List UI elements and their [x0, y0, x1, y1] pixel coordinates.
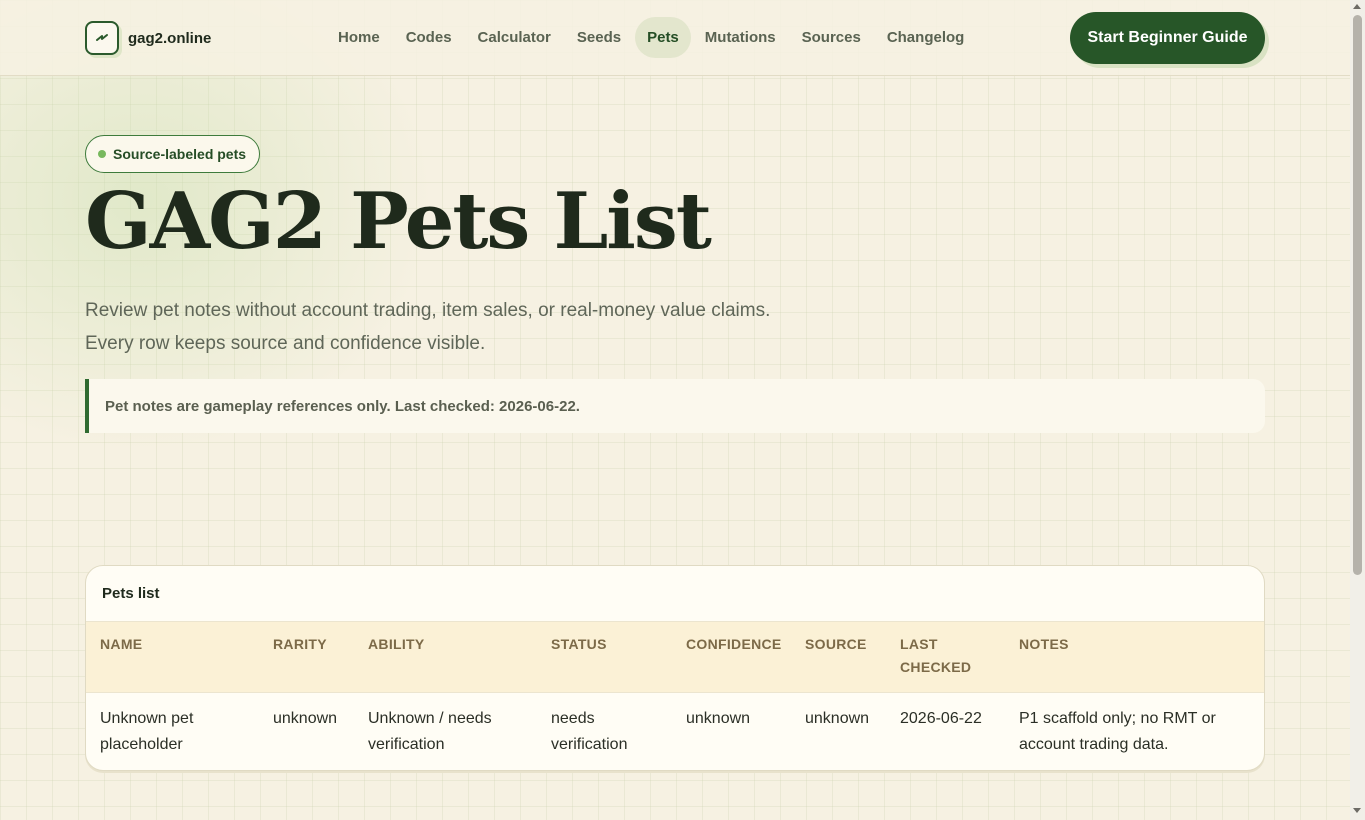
lightning-icon	[85, 21, 119, 55]
table-title: Pets list	[86, 566, 1264, 622]
table-row: Unknown pet placeholder unknown Unknown …	[86, 692, 1264, 770]
subtitle-line-1: Review pet notes without account trading…	[85, 300, 771, 321]
cell-source: unknown	[805, 709, 870, 727]
pets-table: NAME RARITY ABILITY STATUS CONFIDENCE SO…	[86, 622, 1264, 770]
scroll-down-icon[interactable]	[1353, 808, 1361, 813]
column-header-ability: ABILITY	[354, 622, 537, 693]
badge-label: Source-labeled pets	[113, 146, 247, 162]
cell-last-checked: 2026-06-22	[900, 709, 982, 727]
column-header-name: NAME	[86, 622, 259, 693]
column-header-status: STATUS	[537, 622, 672, 693]
brand-name: gag2.online	[128, 29, 212, 47]
column-header-last-checked: LAST CHECKED	[886, 622, 1005, 693]
column-header-source: SOURCE	[791, 622, 886, 693]
nav-home[interactable]: Home	[326, 17, 392, 58]
nav-sources[interactable]: Sources	[790, 17, 873, 58]
scroll-up-icon[interactable]	[1353, 4, 1361, 9]
nav-codes[interactable]: Codes	[394, 17, 464, 58]
cell-status: needs verification	[551, 709, 628, 753]
nav-mutations[interactable]: Mutations	[693, 17, 788, 58]
start-beginner-guide-button[interactable]: Start Beginner Guide	[1070, 12, 1265, 64]
site-header: gag2.online Home Codes Calculator Seeds …	[0, 0, 1350, 76]
nav-seeds[interactable]: Seeds	[565, 17, 633, 58]
page: gag2.online Home Codes Calculator Seeds …	[0, 0, 1350, 820]
column-header-notes: NOTES	[1005, 622, 1264, 693]
main-nav: Home Codes Calculator Seeds Pets Mutatio…	[326, 17, 976, 58]
column-header-rarity: RARITY	[259, 622, 354, 693]
brand-link[interactable]: gag2.online	[85, 21, 211, 55]
column-header-confidence: CONFIDENCE	[672, 622, 791, 693]
page-title: GAG2 Pets List	[85, 176, 712, 267]
cell-name: Unknown pet placeholder	[100, 709, 194, 753]
nav-calculator[interactable]: Calculator	[466, 17, 563, 58]
cell-rarity: unknown	[273, 709, 338, 727]
pets-table-card: Pets list NAME RARITY ABILITY STATUS CON…	[85, 565, 1265, 771]
subtitle-line-2: Every row keeps source and confidence vi…	[85, 333, 486, 354]
nav-changelog[interactable]: Changelog	[875, 17, 977, 58]
scrollbar-thumb[interactable]	[1353, 15, 1362, 575]
table-header-row: NAME RARITY ABILITY STATUS CONFIDENCE SO…	[86, 622, 1264, 693]
page-subtitle: Review pet notes without account trading…	[85, 294, 845, 360]
status-dot-icon	[98, 150, 106, 158]
cell-ability: Unknown / needs verification	[368, 709, 492, 753]
last-checked-notice: Pet notes are gameplay references only. …	[85, 379, 1265, 433]
page-scrollbar[interactable]	[1350, 0, 1365, 820]
nav-pets[interactable]: Pets	[635, 17, 691, 58]
cell-notes: P1 scaffold only; no RMT or account trad…	[1019, 709, 1216, 753]
cell-confidence: unknown	[686, 709, 751, 727]
source-labeled-badge: Source-labeled pets	[85, 135, 261, 173]
